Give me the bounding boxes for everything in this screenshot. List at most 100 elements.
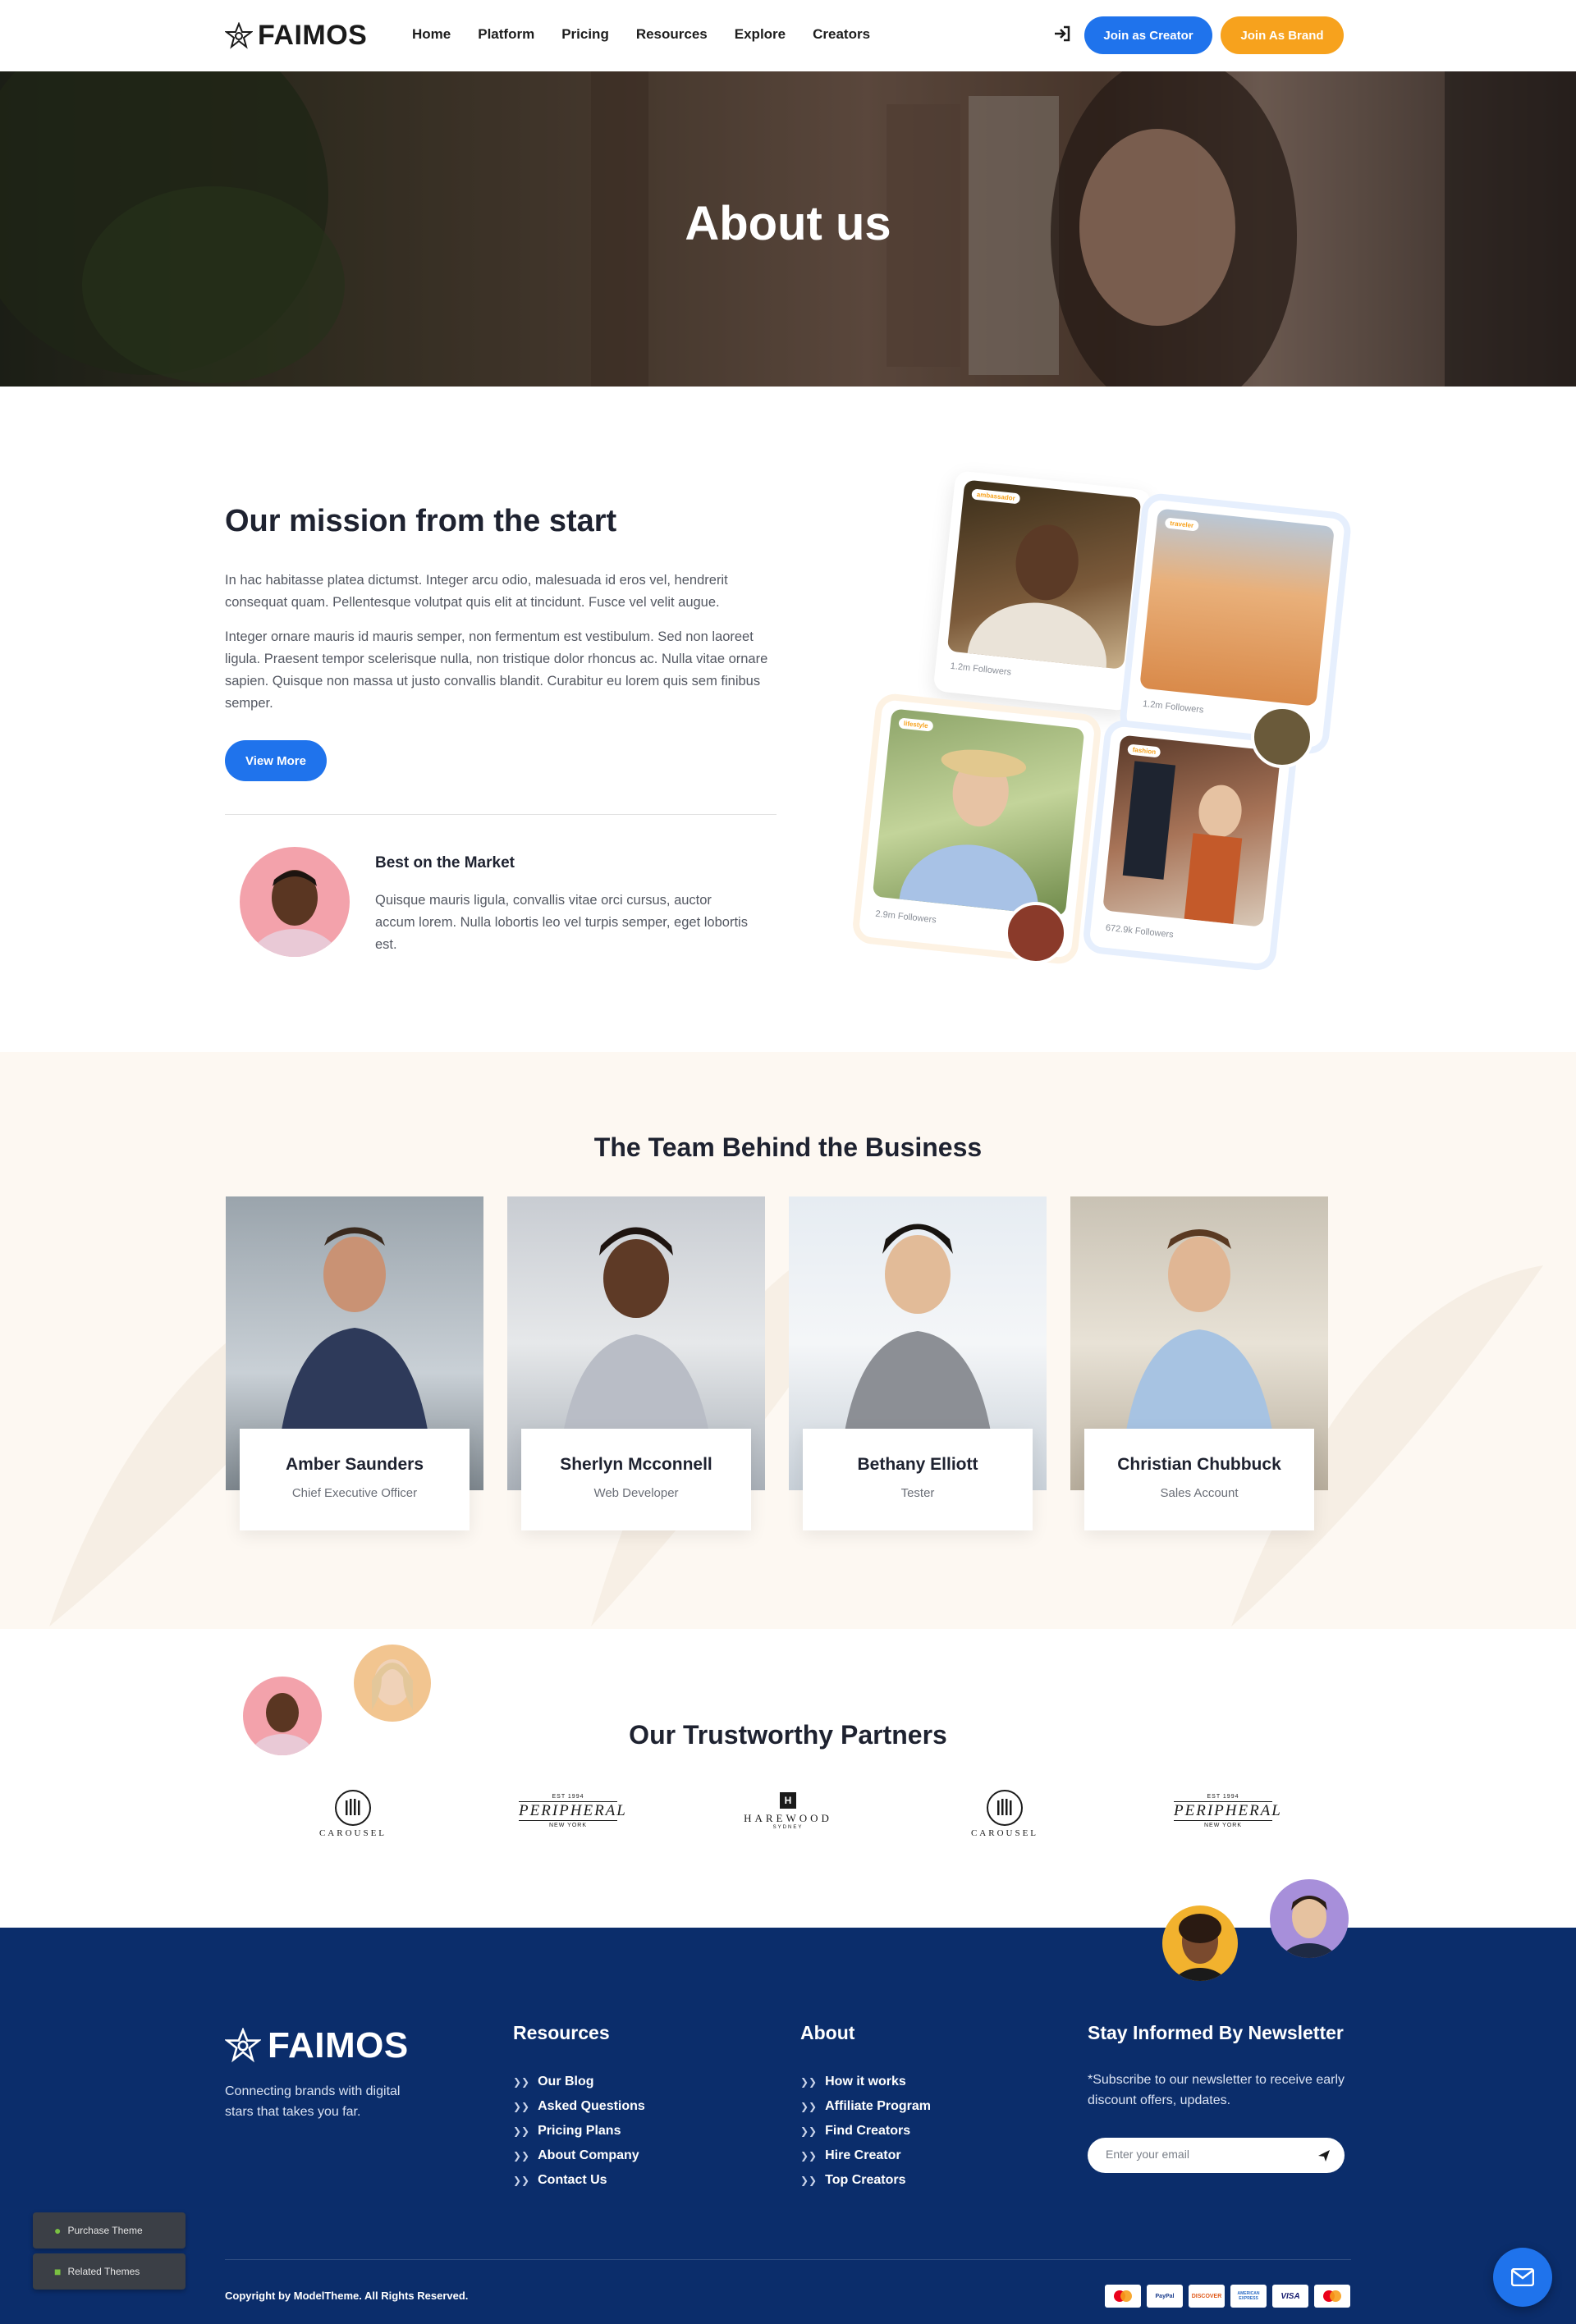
newsletter-email-field[interactable] xyxy=(1088,2138,1345,2173)
mission-title: Our mission from the start xyxy=(225,504,617,538)
footer-link[interactable]: ❯❯ Pricing Plans xyxy=(513,2124,621,2139)
chevron-right-icon: ❯❯ xyxy=(800,2150,818,2162)
team-title: The Team Behind the Business xyxy=(593,1132,983,1162)
footer-link[interactable]: ❯❯ How it works xyxy=(800,2075,906,2089)
chevron-right-icon: ❯❯ xyxy=(800,2175,818,2186)
avatar xyxy=(354,1645,431,1722)
chevron-right-icon: ❯❯ xyxy=(513,2125,530,2137)
member-name: Bethany Elliott xyxy=(857,1455,978,1474)
footer-link[interactable]: ❯❯ Asked Questions xyxy=(513,2099,645,2114)
footer-link[interactable]: ❯❯ Hire Creator xyxy=(800,2148,901,2163)
copyright-text: Copyright by ModelTheme. All Rights Rese… xyxy=(225,2290,469,2302)
themes-icon: ■ xyxy=(54,2265,62,2278)
purchase-theme-button[interactable]: ● Purchase Theme xyxy=(33,2212,186,2249)
mastercard-icon xyxy=(1314,2285,1350,2308)
member-role: Web Developer xyxy=(593,1486,679,1500)
team-member-card[interactable]: Christian Chubbuck Sales Account xyxy=(1084,1429,1314,1530)
divider xyxy=(225,814,777,815)
send-icon[interactable] xyxy=(1317,2148,1331,2163)
team-member-card[interactable]: Amber Saunders Chief Executive Officer xyxy=(240,1429,470,1530)
best-text: Quisque mauris ligula, convallis vitae o… xyxy=(375,893,748,952)
member-role: Tester xyxy=(900,1486,935,1500)
chevron-right-icon: ❯❯ xyxy=(513,2076,530,2088)
member-name: Amber Saunders xyxy=(285,1455,424,1474)
footer-description: Connecting brands with digital stars tha… xyxy=(225,2084,401,2119)
login-icon[interactable] xyxy=(1053,25,1071,43)
leaf-icon: ● xyxy=(54,2224,62,2237)
member-name: Sherlyn Mcconnell xyxy=(560,1455,712,1474)
follower-count: 2.9m Followers xyxy=(874,908,937,926)
site-header: FAIMOS Home Platform Pricing Resources E… xyxy=(0,0,1576,71)
chevron-right-icon: ❯❯ xyxy=(513,2175,530,2186)
nav-resources[interactable]: Resources xyxy=(636,26,708,43)
partner-logo-carousel[interactable]: CAROUSEL xyxy=(964,1789,1046,1838)
partner-logo-peripheral[interactable]: EST 1994 PERIPHERAL NEW YORK xyxy=(519,1794,625,1828)
carousel-icon xyxy=(987,1790,1023,1826)
nav-creators[interactable]: Creators xyxy=(813,26,870,43)
footer-logo-text: FAIMOS xyxy=(268,2025,409,2066)
team-member-card[interactable]: Sherlyn Mcconnell Web Developer xyxy=(521,1429,751,1530)
chevron-right-icon: ❯❯ xyxy=(800,2101,818,2112)
footer-link[interactable]: ❯❯ About Company xyxy=(513,2148,639,2163)
join-creator-button[interactable]: Join as Creator xyxy=(1084,16,1212,54)
main-nav: Home Platform Pricing Resources Explore … xyxy=(412,26,897,43)
team-member-card[interactable]: Bethany Elliott Tester xyxy=(803,1429,1033,1530)
creator-card[interactable]: ambassador 1.2m Followers xyxy=(932,470,1152,711)
related-themes-button[interactable]: ■ Related Themes xyxy=(33,2253,186,2290)
footer-link[interactable]: ❯❯ Our Blog xyxy=(513,2075,594,2089)
email-input[interactable] xyxy=(1106,2148,1303,2161)
envelope-icon xyxy=(1511,2268,1534,2286)
discover-icon: DISCOVER xyxy=(1189,2285,1225,2308)
member-role: Chief Executive Officer xyxy=(291,1486,418,1500)
footer-link[interactable]: ❯❯ Top Creators xyxy=(800,2173,906,2188)
logo-text: FAIMOS xyxy=(258,20,368,51)
creator-card[interactable]: fashion 672.9k Followers xyxy=(1088,725,1292,965)
mission-paragraph-1: In hac habitasse platea dictumst. Intege… xyxy=(225,573,728,610)
join-brand-button[interactable]: Join As Brand xyxy=(1221,16,1344,54)
partners-title: Our Trustworthy Partners xyxy=(629,1720,947,1750)
chevron-right-icon: ❯❯ xyxy=(513,2150,530,2162)
message-button[interactable] xyxy=(1493,2248,1552,2307)
nav-pricing[interactable]: Pricing xyxy=(561,26,609,43)
footer-logo[interactable]: FAIMOS xyxy=(225,2025,409,2066)
avatar xyxy=(1270,1879,1349,1958)
logo-star-icon xyxy=(225,21,253,49)
hero-banner: About us xyxy=(0,71,1576,387)
nav-platform[interactable]: Platform xyxy=(478,26,534,43)
avatar xyxy=(240,847,350,957)
creator-card[interactable]: traveler 1.2m Followers xyxy=(1125,499,1345,748)
creator-collage: ambassador 1.2m Followers traveler 1.2m … xyxy=(854,470,1346,981)
newsletter-text: *Subscribe to our newsletter to receive … xyxy=(1088,2073,1345,2107)
footer-link[interactable]: ❯❯ Affiliate Program xyxy=(800,2099,931,2114)
visa-icon: VISA xyxy=(1272,2285,1308,2308)
follower-count: 672.9k Followers xyxy=(1105,922,1175,940)
partner-logo-peripheral[interactable]: EST 1994 PERIPHERAL NEW YORK xyxy=(1174,1794,1280,1828)
member-name: Christian Chubbuck xyxy=(1117,1455,1281,1474)
nav-explore[interactable]: Explore xyxy=(735,26,786,43)
partner-logo-carousel[interactable]: CAROUSEL xyxy=(312,1789,394,1838)
partner-logo-harewood[interactable]: H HAREWOOD SYDNEY xyxy=(737,1792,839,1830)
footer-link[interactable]: ❯❯ Find Creators xyxy=(800,2124,910,2139)
paypal-icon: PayPal xyxy=(1147,2285,1183,2308)
page-title: About us xyxy=(685,197,891,250)
carousel-icon xyxy=(335,1790,371,1826)
logo[interactable]: FAIMOS xyxy=(225,20,367,52)
best-title: Best on the Market xyxy=(375,854,515,872)
footer-about-title: About xyxy=(800,2022,855,2043)
chevron-right-icon: ❯❯ xyxy=(513,2101,530,2112)
footer-divider xyxy=(225,2259,1351,2260)
nav-home[interactable]: Home xyxy=(412,26,451,43)
footer-link[interactable]: ❯❯ Contact Us xyxy=(513,2173,607,2188)
footer-resources-title: Resources xyxy=(513,2022,610,2043)
mission-paragraph-2: Integer ornare mauris id mauris semper, … xyxy=(225,629,768,711)
amex-icon: AMERICAN EXPRESS xyxy=(1230,2285,1267,2308)
logo-star-icon xyxy=(225,2028,261,2063)
view-more-button[interactable]: View More xyxy=(225,740,327,781)
follower-count: 1.2m Followers xyxy=(1142,698,1204,716)
avatar xyxy=(1162,1905,1238,1981)
newsletter-title: Stay Informed By Newsletter xyxy=(1088,2022,1344,2043)
avatar xyxy=(1251,706,1313,768)
avatar xyxy=(1005,902,1067,964)
site-footer xyxy=(0,1928,1576,2324)
member-role: Sales Account xyxy=(1160,1486,1239,1500)
